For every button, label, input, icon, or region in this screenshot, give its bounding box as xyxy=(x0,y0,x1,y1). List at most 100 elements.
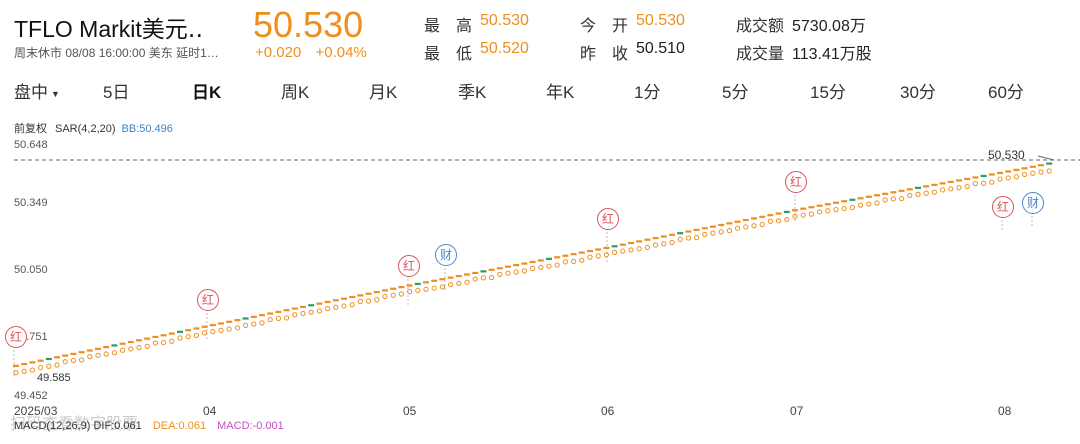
candle xyxy=(693,228,700,232)
sar-dot xyxy=(251,321,257,327)
candle xyxy=(956,179,962,182)
candle xyxy=(373,290,380,294)
sar-dot xyxy=(620,248,626,254)
sar-dot xyxy=(398,291,404,297)
sar-dot xyxy=(456,280,462,286)
sar-dot xyxy=(489,274,495,281)
candle xyxy=(1046,162,1053,165)
candle xyxy=(742,218,749,222)
candle xyxy=(890,191,897,194)
earnings-badge[interactable]: 财 xyxy=(435,244,457,266)
candle xyxy=(734,220,741,223)
candle xyxy=(341,297,347,300)
sar-dot xyxy=(628,247,634,253)
macd-value: MACD:-0.001 xyxy=(217,420,284,432)
candle xyxy=(562,254,569,257)
macd-dea: DEA:0.061 xyxy=(152,420,207,432)
sar-dot xyxy=(702,231,708,237)
sar-dot xyxy=(710,230,716,236)
sar-dot xyxy=(70,357,77,364)
sar-dot xyxy=(964,184,970,190)
sar-dot xyxy=(849,204,856,211)
candle xyxy=(997,171,1003,175)
dividend-badge[interactable]: 红 xyxy=(398,255,420,277)
sar-dot xyxy=(1030,170,1036,176)
candle xyxy=(587,249,593,253)
sar-dot xyxy=(103,351,109,357)
dividend-badge[interactable]: 红 xyxy=(597,208,619,230)
macd-indicator[interactable]: MACD(12,26,9) DIF:0.061 DEA:0.061 MACD:-… xyxy=(14,420,284,432)
candle xyxy=(857,197,864,200)
candle xyxy=(193,327,200,330)
sar-dot xyxy=(907,192,913,199)
sar-dot xyxy=(587,254,593,260)
last-price-marker xyxy=(1037,155,1055,161)
dividend-badge[interactable]: 红 xyxy=(992,196,1014,218)
sar-dot xyxy=(948,186,954,192)
sar-dot xyxy=(546,263,552,269)
candle xyxy=(833,201,839,204)
candle xyxy=(168,332,175,335)
candle xyxy=(226,320,233,323)
candle xyxy=(283,309,290,312)
sar-dot xyxy=(243,322,249,328)
candle xyxy=(759,215,766,218)
candle xyxy=(865,195,872,198)
sar-dot xyxy=(341,303,347,309)
sar-dot xyxy=(562,259,569,265)
sar-dot xyxy=(54,362,60,368)
dividend-badge[interactable]: 红 xyxy=(5,326,27,348)
sar-dot xyxy=(169,338,175,344)
sar-dot xyxy=(956,185,962,191)
candle xyxy=(136,339,142,342)
dividend-badge[interactable]: 红 xyxy=(785,171,807,193)
candle xyxy=(824,203,831,206)
sar-dot xyxy=(521,268,528,274)
candle xyxy=(382,289,388,292)
candle xyxy=(242,317,249,320)
candle xyxy=(767,214,774,217)
sar-dot xyxy=(13,370,19,376)
sar-dot xyxy=(669,239,675,246)
candle xyxy=(21,362,28,366)
candle xyxy=(546,257,552,260)
sar-dot xyxy=(431,285,437,291)
candle xyxy=(201,325,208,328)
candle xyxy=(1013,168,1020,171)
candle xyxy=(677,232,684,235)
kline-chart[interactable] xyxy=(0,0,1080,444)
candle xyxy=(505,265,511,268)
candle xyxy=(1021,167,1028,170)
candle xyxy=(439,278,446,281)
candle xyxy=(95,347,101,350)
candle xyxy=(111,344,118,347)
sar-dot xyxy=(480,275,486,281)
sar-dot xyxy=(858,202,864,208)
candle xyxy=(177,330,183,333)
sar-dot xyxy=(661,241,667,247)
candle xyxy=(931,183,938,186)
earnings-badge[interactable]: 财 xyxy=(1022,192,1044,214)
candle xyxy=(783,210,790,213)
sar-dot xyxy=(997,176,1003,182)
candle xyxy=(300,305,306,309)
sar-dot xyxy=(185,334,191,340)
dividend-badge[interactable]: 红 xyxy=(197,289,219,311)
candle xyxy=(365,292,372,295)
sar-dot xyxy=(87,354,93,360)
sar-dot xyxy=(743,224,749,230)
sar-dot xyxy=(234,325,240,331)
sar-dot xyxy=(833,207,839,213)
sar-dot xyxy=(923,190,929,196)
candle xyxy=(308,304,315,307)
candle xyxy=(119,342,126,345)
candle xyxy=(1029,165,1036,168)
sar-dot xyxy=(940,187,946,193)
sar-dot xyxy=(653,242,659,248)
candle xyxy=(209,324,216,327)
sar-dot xyxy=(267,317,273,323)
sar-dot xyxy=(38,364,44,371)
sar-dot xyxy=(161,339,167,346)
candle xyxy=(660,235,667,238)
candle xyxy=(882,192,889,195)
